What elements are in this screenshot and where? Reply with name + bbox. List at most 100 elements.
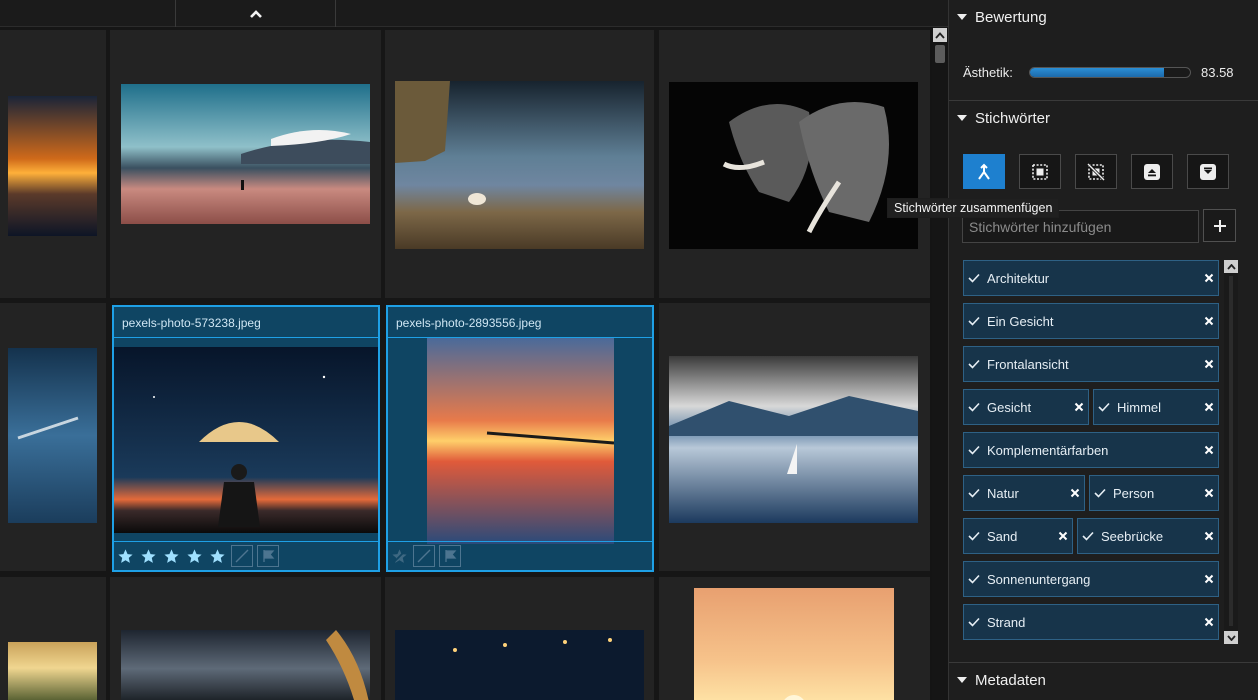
select-all-keywords-button[interactable] — [1019, 154, 1061, 189]
section-title: Metadaten — [975, 671, 1046, 689]
thumbnail-cell[interactable] — [385, 577, 654, 700]
flag-icon[interactable] — [439, 545, 461, 567]
section-header-keywords[interactable]: Stichwörter — [949, 101, 1258, 135]
remove-keyword-icon[interactable] — [1200, 574, 1218, 584]
keyword-tag[interactable]: Himmel — [1093, 389, 1219, 425]
thumbnail-cell[interactable] — [110, 30, 381, 298]
remove-keyword-icon[interactable] — [1200, 402, 1218, 412]
checkmark-icon — [964, 531, 984, 541]
caret-down-icon — [957, 115, 967, 121]
color-label-icon[interactable] — [413, 545, 435, 567]
thumbnail-cell[interactable] — [385, 30, 654, 298]
keyword-label: Natur — [987, 485, 1019, 501]
thumbnail-cell-selected[interactable]: pexels-photo-573238.jpeg — [112, 305, 380, 572]
grid-scrollbar[interactable] — [932, 27, 948, 700]
remove-keyword-icon[interactable] — [1200, 531, 1218, 541]
thumbnail-cell[interactable] — [0, 303, 106, 571]
scroll-down-button[interactable] — [1224, 631, 1238, 644]
chevron-up-icon — [249, 9, 262, 18]
keyword-label: Strand — [987, 614, 1026, 630]
reject-icon[interactable] — [390, 547, 409, 566]
remove-keyword-icon[interactable] — [1054, 531, 1072, 541]
remove-keyword-icon[interactable] — [1200, 273, 1218, 283]
keyword-tag[interactable]: Natur — [963, 475, 1085, 511]
thumbnail-filename: pexels-photo-2893556.jpeg — [396, 316, 542, 330]
thumbnail-cell[interactable] — [659, 30, 930, 298]
remove-keyword-icon[interactable] — [1200, 445, 1218, 455]
thumbnail-cell-selected[interactable]: pexels-photo-2893556.jpeg — [386, 305, 654, 572]
merge-icon — [978, 163, 990, 180]
section-title: Bewertung — [975, 8, 1047, 26]
deselect-icon — [1087, 162, 1105, 181]
keyword-tag[interactable]: Gesicht — [963, 389, 1089, 425]
remove-keyword-icon[interactable] — [1066, 488, 1084, 498]
thumbnail-cell[interactable] — [0, 577, 106, 700]
thumbnail-image — [114, 347, 378, 533]
thumbnail-cell[interactable] — [659, 577, 930, 700]
scroll-up-button[interactable] — [933, 28, 947, 42]
collapse-panel-button[interactable] — [176, 0, 335, 27]
keyword-label: Ein Gesicht — [987, 313, 1054, 329]
deselect-keywords-button[interactable] — [1075, 154, 1117, 189]
remove-keyword-icon[interactable] — [1200, 617, 1218, 627]
merge-keywords-button[interactable] — [963, 154, 1005, 189]
keyword-label: Komplementärfarben — [987, 442, 1109, 458]
thumbnail-image — [121, 630, 370, 700]
keyword-tag[interactable]: Person — [1089, 475, 1219, 511]
thumbnail-cell[interactable] — [659, 303, 930, 571]
section-header-metadata[interactable]: Metadaten — [949, 663, 1258, 697]
thumbnail-image — [8, 642, 97, 700]
star-icon[interactable] — [162, 547, 181, 566]
scrollbar-thumb[interactable] — [935, 45, 945, 63]
checkmark-icon — [1094, 402, 1114, 412]
section-header-rating[interactable]: Bewertung — [949, 0, 1258, 34]
caret-down-icon — [957, 14, 967, 20]
scrollbar-track[interactable] — [1229, 276, 1233, 626]
keyword-label: Seebrücke — [1101, 528, 1164, 544]
thumbnail-image — [395, 81, 644, 249]
keyword-list: Architektur Ein Gesicht Frontalansicht G… — [963, 260, 1219, 642]
export-keywords-button[interactable] — [1187, 154, 1229, 189]
keyword-tag[interactable]: Strand — [963, 604, 1219, 640]
star-icon[interactable] — [185, 547, 204, 566]
remove-keyword-icon[interactable] — [1200, 359, 1218, 369]
checkmark-icon — [964, 574, 984, 584]
import-keywords-button[interactable] — [1131, 154, 1173, 189]
remove-keyword-icon[interactable] — [1200, 488, 1218, 498]
section-title: Stichwörter — [975, 109, 1051, 127]
keyword-tag[interactable]: Seebrücke — [1077, 518, 1219, 554]
thumbnail-image — [8, 96, 97, 236]
aesthetic-value: 83.58 — [1201, 65, 1234, 80]
flag-icon[interactable] — [257, 545, 279, 567]
thumbnail-cell[interactable] — [110, 577, 381, 700]
keyword-tag[interactable]: Sand — [963, 518, 1073, 554]
checkmark-icon — [964, 273, 984, 283]
checkmark-icon — [964, 402, 984, 412]
add-keyword-button[interactable] — [1203, 209, 1236, 242]
keyword-tag[interactable]: Architektur — [963, 260, 1219, 296]
keyword-tag[interactable]: Komplementärfarben — [963, 432, 1219, 468]
upload-icon — [1144, 163, 1160, 180]
star-icon[interactable] — [139, 547, 158, 566]
remove-keyword-icon[interactable] — [1200, 316, 1218, 326]
keyword-label: Himmel — [1117, 399, 1162, 415]
aesthetic-score-fill — [1030, 68, 1165, 77]
remove-keyword-icon[interactable] — [1070, 402, 1088, 412]
keyword-list-scrollbar[interactable] — [1224, 260, 1238, 644]
thumbnail-cell[interactable] — [0, 30, 106, 298]
keyword-toolbar — [963, 154, 1229, 189]
thumbnail-image — [669, 82, 918, 249]
star-icon[interactable] — [116, 547, 135, 566]
checkmark-icon — [1078, 531, 1098, 541]
keyword-label: Gesicht — [987, 399, 1032, 415]
cell-divider — [114, 541, 378, 542]
color-label-icon[interactable] — [231, 545, 253, 567]
thumbnail-image — [8, 348, 97, 523]
keyword-tag[interactable]: Sonnenuntergang — [963, 561, 1219, 597]
rating-bar — [116, 544, 279, 568]
scroll-up-button[interactable] — [1224, 260, 1238, 273]
download-icon — [1200, 163, 1216, 180]
keyword-tag[interactable]: Frontalansicht — [963, 346, 1219, 382]
keyword-tag[interactable]: Ein Gesicht — [963, 303, 1219, 339]
star-icon[interactable] — [208, 547, 227, 566]
